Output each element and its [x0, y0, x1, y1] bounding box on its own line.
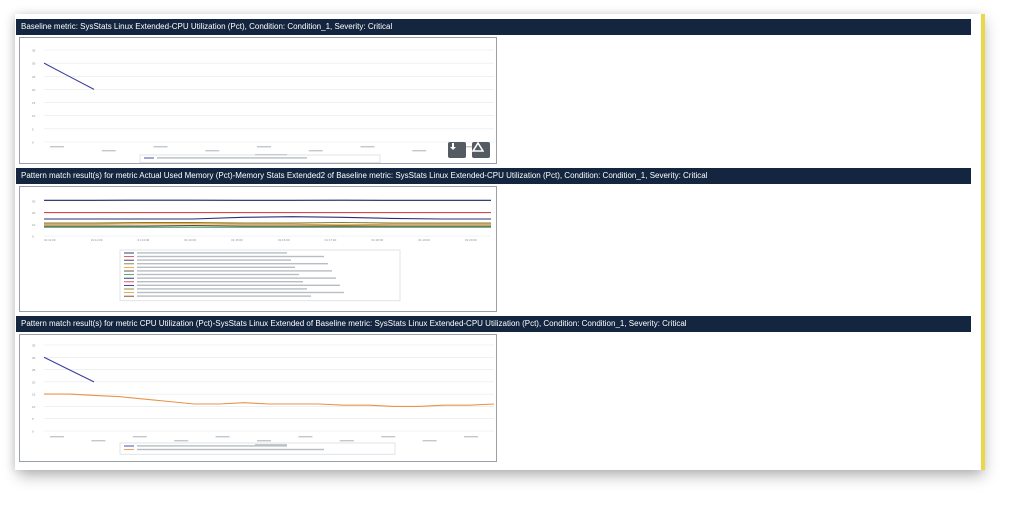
- x-tick-mark: [412, 150, 427, 152]
- y-tick-label: 25: [32, 75, 36, 79]
- legend-entry-text: [137, 259, 291, 261]
- legend-entry-text: [137, 445, 287, 447]
- x-tick-label: 01:13:00: [138, 238, 150, 242]
- window-edge-accent: [981, 14, 985, 470]
- y-tick-label: 10: [32, 114, 36, 118]
- download-button[interactable]: [448, 142, 466, 158]
- series-line: [44, 393, 495, 407]
- section-header-cpu-match: Pattern match result(s) for metric CPU U…: [16, 316, 971, 332]
- cpu-match-line-chart: 35 30 25 20 15 10 5 0: [32, 344, 495, 455]
- chart-panel-memory-match: 30 20 10 0 01:11:00 01:12:00 01:13:00 01:14:00 0…: [19, 186, 497, 312]
- chart-panel-cpu-match: 35 30 25 20 15 10 5 0: [19, 334, 497, 462]
- drive-upload-button[interactable]: [472, 142, 490, 158]
- legend-entry-text: [137, 270, 332, 272]
- y-tick-label: 0: [32, 141, 34, 145]
- series-line: [44, 216, 491, 220]
- x-tick-mark: [298, 436, 313, 438]
- x-tick-label: 01:11:00: [44, 238, 56, 242]
- baseline-line-chart: 35 30 25 20 15 10 5 0: [32, 49, 494, 163]
- y-tick-label: 20: [32, 88, 36, 92]
- x-tick-mark: [91, 440, 106, 442]
- y-tick-label: 15: [32, 393, 36, 397]
- y-tick-label: 20: [32, 380, 36, 384]
- legend-entry-text: [137, 277, 336, 279]
- x-tick-label: 01:20:00: [465, 238, 477, 242]
- y-tick-label: 35: [32, 49, 36, 53]
- y-tick-label: 30: [32, 199, 36, 203]
- x-tick-label: 01:19:00: [418, 238, 430, 242]
- series-line: [44, 224, 491, 227]
- x-tick-mark: [205, 150, 220, 152]
- legend-entry-text: [137, 295, 311, 297]
- x-tick-mark: [50, 146, 64, 148]
- series-line: [44, 221, 491, 224]
- x-tick-label: 01:15:00: [231, 238, 243, 242]
- y-tick-label: 15: [32, 101, 36, 105]
- legend-entry-text: [137, 288, 307, 290]
- x-tick-label: 01:17:00: [325, 238, 337, 242]
- x-tick-mark: [339, 440, 354, 442]
- x-tick-mark: [360, 146, 375, 148]
- y-tick-label: 35: [32, 344, 36, 348]
- y-tick-label: 10: [32, 223, 36, 227]
- x-tick-mark: [101, 150, 116, 152]
- download-icon: [450, 143, 456, 150]
- x-axis-title-mark: [255, 444, 287, 446]
- x-tick-mark: [257, 440, 271, 442]
- y-tick-label: 25: [32, 368, 36, 372]
- chart-panel-baseline: 35 30 25 20 15 10 5 0: [19, 37, 497, 164]
- legend-entry-text: [137, 284, 340, 286]
- legend-entry-text: [137, 252, 287, 254]
- x-tick-mark: [153, 146, 168, 148]
- x-tick-mark: [174, 440, 189, 442]
- section-header-memory-match: Pattern match result(s) for metric Actua…: [16, 168, 971, 184]
- x-tick-mark: [132, 436, 147, 438]
- x-tick-label: 01:12:00: [91, 238, 103, 242]
- legend-entry-text: [137, 255, 324, 258]
- y-tick-label: 5: [32, 127, 34, 131]
- y-tick-label: 0: [32, 430, 34, 434]
- x-tick-mark: [257, 146, 271, 148]
- y-tick-label: 30: [32, 62, 36, 66]
- x-tick-mark: [50, 436, 64, 438]
- legend-entry-text: [137, 266, 295, 268]
- drive-upload-icon: [472, 142, 484, 152]
- x-tick-label: 01:18:00: [371, 238, 383, 242]
- y-tick-label: 20: [32, 211, 36, 215]
- legend-entry-text: [137, 291, 344, 294]
- legend-entry-text: [137, 263, 328, 265]
- x-tick-mark: [308, 150, 323, 152]
- legend-entry-text: [137, 273, 299, 276]
- x-tick-mark: [464, 436, 478, 438]
- section-header-baseline: Baseline metric: SysStats Linux Extended…: [16, 19, 971, 35]
- x-tick-mark: [215, 436, 230, 438]
- y-tick-label: 30: [32, 356, 36, 360]
- legend-entry-text: [137, 448, 324, 451]
- y-tick-label: 5: [32, 417, 34, 421]
- y-tick-label: 10: [32, 405, 36, 409]
- legend-box: [139, 154, 381, 163]
- y-tick-label: 0: [32, 235, 34, 239]
- x-tick-label: 01:14:00: [184, 238, 196, 242]
- memory-match-line-chart: 30 20 10 0 01:11:00 01:12:00 01:13:00 01:14:00 0…: [32, 199, 491, 302]
- series-line: [44, 223, 491, 226]
- legend-entry-text: [157, 157, 307, 159]
- x-tick-mark: [381, 436, 396, 438]
- x-tick-label: 01:16:00: [278, 238, 290, 242]
- x-tick-mark: [422, 440, 437, 442]
- legend-entry-text: [137, 281, 303, 283]
